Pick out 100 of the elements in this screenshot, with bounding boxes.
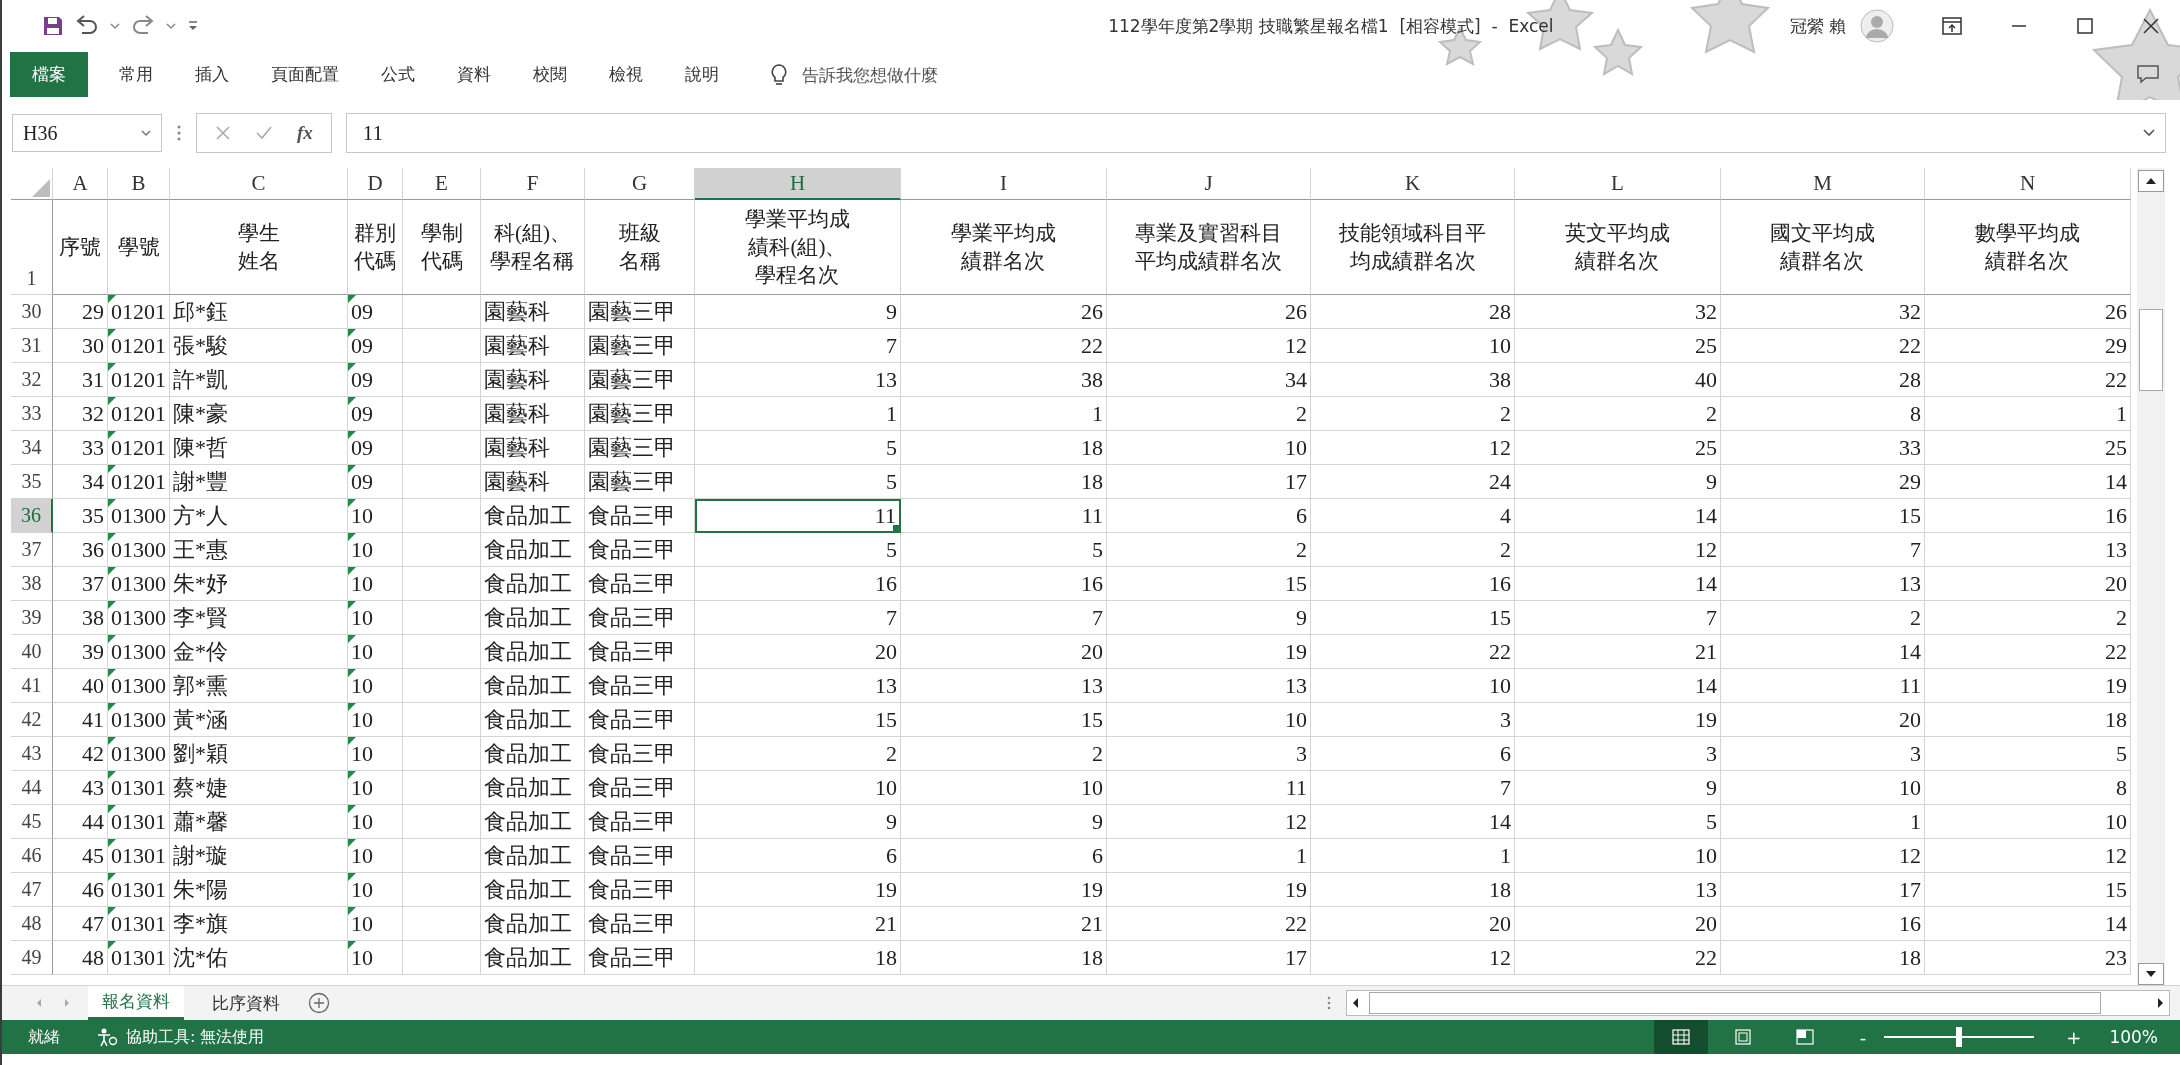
header-cell: 學號 [108, 200, 170, 295]
scroll-up-icon[interactable] [2138, 170, 2164, 192]
ribbon-tab[interactable]: 公式 [364, 52, 432, 97]
row-header[interactable]: 32 [11, 363, 53, 397]
column-header[interactable]: I [901, 168, 1107, 200]
table-cell: 16 [901, 567, 1107, 601]
table-cell: 01301 [108, 771, 170, 805]
ribbon-tab[interactable]: 頁面配置 [254, 52, 356, 97]
scroll-down-icon[interactable] [2138, 963, 2164, 985]
column-header[interactable]: F [481, 168, 585, 200]
ribbon-tab[interactable]: 插入 [178, 52, 246, 97]
row-header[interactable]: 41 [11, 669, 53, 703]
zoom-level[interactable]: 100% [2109, 1027, 2158, 1047]
row-header[interactable]: 42 [11, 703, 53, 737]
table-cell: 01301 [108, 805, 170, 839]
user-name[interactable]: 冠縈 賴 [1789, 14, 1846, 38]
accessibility-icon[interactable] [96, 1027, 118, 1047]
ribbon-tab[interactable]: 說明 [668, 52, 736, 97]
page-break-icon[interactable] [1795, 1029, 1814, 1045]
caret-icon[interactable] [166, 22, 176, 30]
ribbon-tab[interactable]: 檔案 [10, 52, 88, 97]
ribbon-display-icon[interactable] [1942, 17, 1962, 35]
zoom-thumb[interactable] [1956, 1027, 1963, 1047]
column-header[interactable]: G [585, 168, 695, 200]
column-header[interactable]: N [1925, 168, 2131, 200]
zoom-out-button[interactable]: - [1853, 1025, 1873, 1049]
row-header[interactable]: 46 [11, 839, 53, 873]
ribbon-tab[interactable]: 常用 [102, 52, 170, 97]
grid-icon[interactable] [1671, 1029, 1690, 1045]
table-cell: 32 [1721, 295, 1925, 329]
customize-icon[interactable] [186, 19, 200, 33]
add-sheet-icon[interactable] [308, 992, 330, 1014]
column-header[interactable]: C [170, 168, 348, 200]
table-cell: 12 [1107, 329, 1311, 363]
table-cell: 01300 [108, 533, 170, 567]
redo-icon[interactable] [130, 15, 156, 37]
column-header[interactable]: K [1311, 168, 1515, 200]
close-icon[interactable] [2142, 17, 2160, 35]
row-header[interactable]: 38 [11, 567, 53, 601]
row-header[interactable]: 49 [11, 941, 53, 975]
table-cell: 22 [1515, 941, 1721, 975]
name-box[interactable]: H36 [12, 114, 162, 152]
tell-me-field[interactable]: 告訴我您想做什麼 [800, 52, 1064, 97]
table-cell: 9 [901, 805, 1107, 839]
row-header[interactable]: 1 [11, 200, 53, 295]
column-header[interactable]: L [1515, 168, 1721, 200]
row-header[interactable]: 48 [11, 907, 53, 941]
header-cell: 學業平均成績科(組)、學程名次 [695, 200, 901, 295]
column-header[interactable]: M [1721, 168, 1925, 200]
splitter-icon[interactable] [1326, 995, 1332, 1011]
row-header[interactable]: 44 [11, 771, 53, 805]
sheet-tab[interactable]: 比序資料 [198, 986, 294, 1020]
maximize-icon[interactable] [2076, 17, 2094, 35]
row-header[interactable]: 39 [11, 601, 53, 635]
column-header[interactable]: E [403, 168, 481, 200]
row-header[interactable]: 45 [11, 805, 53, 839]
save-icon[interactable] [42, 15, 64, 37]
normal-view-button[interactable] [1653, 1020, 1708, 1054]
table-cell: 26 [1925, 295, 2131, 329]
column-header[interactable]: J [1107, 168, 1311, 200]
drag-handle-icon[interactable] [176, 124, 182, 142]
row-header[interactable]: 31 [11, 329, 53, 363]
table-cell: 10 [348, 499, 403, 533]
formula-field[interactable]: 11 [345, 113, 2166, 153]
zoom-in-button[interactable]: + [2060, 1025, 2088, 1049]
page-icon[interactable] [1733, 1029, 1752, 1045]
row-header[interactable]: 40 [11, 635, 53, 669]
horizontal-scrollbar[interactable] [1346, 990, 2170, 1016]
row-header[interactable]: 30 [11, 295, 53, 329]
ribbon-tab[interactable]: 資料 [440, 52, 508, 97]
table-cell: 金*伶 [170, 635, 348, 669]
comment-icon[interactable] [2136, 64, 2160, 84]
insert-function-button[interactable]: fx [297, 122, 313, 144]
header-cell: 數學平均成績群名次 [1925, 200, 2131, 295]
column-header[interactable]: D [348, 168, 403, 200]
scroll-thumb[interactable] [2139, 309, 2163, 391]
row-header[interactable]: 37 [11, 533, 53, 567]
ribbon-tab[interactable]: 檢視 [592, 52, 660, 97]
row-header[interactable]: 47 [11, 873, 53, 907]
check-icon[interactable] [255, 125, 273, 141]
caret-icon[interactable] [110, 22, 120, 30]
column-header[interactable]: H [695, 168, 901, 200]
table-cell: 18 [1925, 703, 2131, 737]
table-cell: 9 [1515, 465, 1721, 499]
sheet-tab[interactable]: 報名資料 [88, 986, 184, 1020]
row-header[interactable]: 36 [11, 499, 53, 533]
column-header[interactable]: B [108, 168, 170, 200]
row-header[interactable]: 43 [11, 737, 53, 771]
lightbulb-icon[interactable] [770, 62, 788, 87]
vertical-scrollbar[interactable] [2137, 168, 2165, 985]
row-header[interactable]: 33 [11, 397, 53, 431]
table-cell: 38 [901, 363, 1107, 397]
ribbon-tab[interactable]: 校閱 [516, 52, 584, 97]
row-header[interactable]: 34 [11, 431, 53, 465]
accessibility-status[interactable]: 協助工具: 無法使用 [126, 1026, 265, 1048]
table-cell: 食品加工 [481, 805, 585, 839]
expand-icon[interactable] [2142, 128, 2156, 138]
table-cell: 01301 [108, 873, 170, 907]
undo-icon[interactable] [74, 15, 100, 37]
column-header[interactable]: A [53, 168, 108, 200]
